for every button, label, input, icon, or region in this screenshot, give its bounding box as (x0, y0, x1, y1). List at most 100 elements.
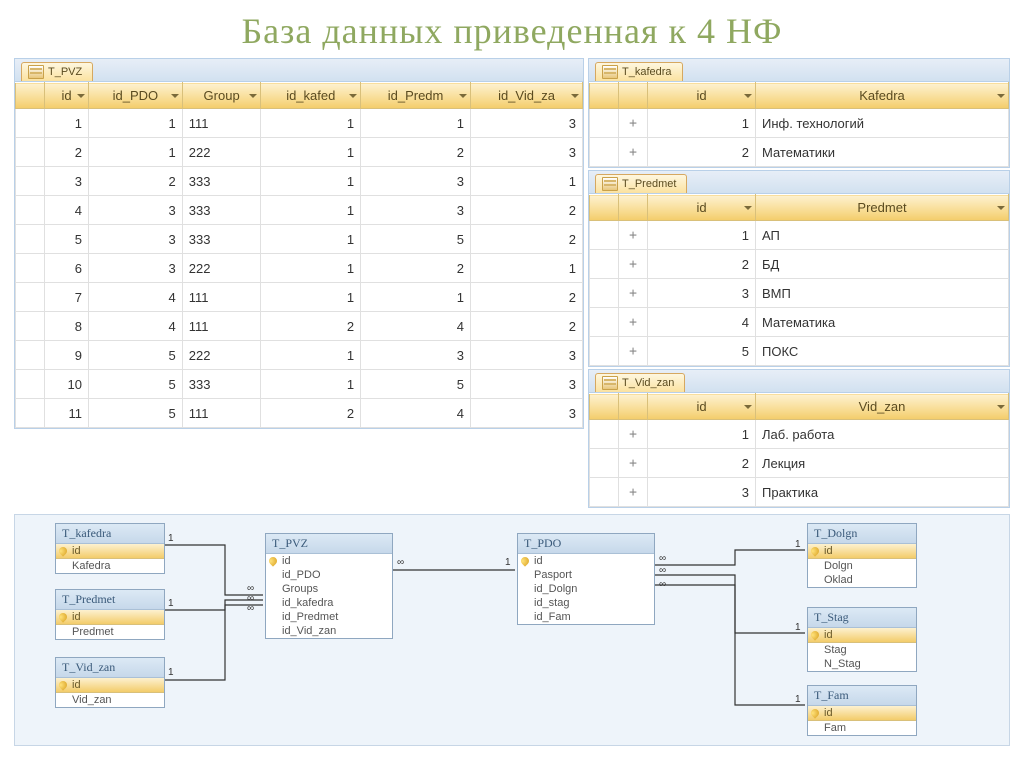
cell[interactable]: 11 (45, 399, 89, 428)
column-header[interactable]: id (648, 394, 756, 420)
cell[interactable]: ПОКС (756, 337, 1009, 366)
table-row[interactable]: 74111112 (16, 283, 583, 312)
chevron-down-icon[interactable] (249, 94, 257, 98)
chevron-down-icon[interactable] (997, 94, 1005, 98)
row-selector-header[interactable] (16, 83, 45, 109)
tab-predmet[interactable]: T_Predmet (595, 174, 687, 193)
cell[interactable]: 111 (182, 399, 261, 428)
chevron-down-icon[interactable] (77, 94, 85, 98)
table-row[interactable]: 32333131 (16, 167, 583, 196)
cell[interactable]: 10 (45, 370, 89, 399)
cell[interactable]: 222 (182, 138, 261, 167)
cell[interactable]: 3 (648, 478, 756, 507)
table-row[interactable]: +1Инф. технологий (590, 109, 1009, 138)
row-selector[interactable] (16, 254, 45, 283)
table-row[interactable]: +3Практика (590, 478, 1009, 507)
table-row[interactable]: +5ПОКС (590, 337, 1009, 366)
column-header[interactable]: Group (182, 83, 261, 109)
cell[interactable]: 1 (261, 283, 361, 312)
table-row[interactable]: 95222133 (16, 341, 583, 370)
table-row[interactable]: 84111242 (16, 312, 583, 341)
table-row[interactable]: 63222121 (16, 254, 583, 283)
cell[interactable]: 222 (182, 341, 261, 370)
expand-header[interactable] (619, 83, 648, 109)
entity-t-pdo[interactable]: T_PDO id Pasport id_Dolgn id_stag id_Fam (517, 533, 655, 625)
cell[interactable]: 5 (89, 341, 183, 370)
entity-t-stag[interactable]: T_Stag id Stag N_Stag (807, 607, 917, 672)
cell[interactable]: 5 (361, 370, 471, 399)
tab-pvz[interactable]: T_PVZ (21, 62, 93, 81)
chevron-down-icon[interactable] (744, 405, 752, 409)
cell[interactable]: 333 (182, 370, 261, 399)
row-selector[interactable] (16, 370, 45, 399)
cell[interactable]: 5 (361, 225, 471, 254)
cell[interactable]: 1 (648, 221, 756, 250)
row-selector[interactable] (590, 308, 619, 337)
row-selector[interactable] (590, 478, 619, 507)
row-selector-header[interactable] (590, 83, 619, 109)
cell[interactable]: 1 (471, 254, 583, 283)
chevron-down-icon[interactable] (744, 94, 752, 98)
row-selector[interactable] (590, 337, 619, 366)
cell[interactable]: 1 (261, 225, 361, 254)
cell[interactable]: 2 (89, 167, 183, 196)
cell[interactable]: 2 (261, 312, 361, 341)
cell[interactable]: 111 (182, 109, 261, 138)
cell[interactable]: 5 (45, 225, 89, 254)
cell[interactable]: 5 (89, 399, 183, 428)
expand-header[interactable] (619, 394, 648, 420)
cell[interactable]: 8 (45, 312, 89, 341)
cell[interactable]: 1 (361, 283, 471, 312)
cell[interactable]: 1 (471, 167, 583, 196)
entity-t-vid-zan[interactable]: T_Vid_zan id Vid_zan (55, 657, 165, 708)
row-selector[interactable] (16, 399, 45, 428)
cell[interactable]: 2 (471, 312, 583, 341)
expand-button[interactable]: + (619, 420, 648, 449)
cell[interactable]: 333 (182, 167, 261, 196)
row-selector[interactable] (590, 221, 619, 250)
cell[interactable]: 2 (648, 250, 756, 279)
column-header[interactable]: id_kafed (261, 83, 361, 109)
chevron-down-icon[interactable] (744, 206, 752, 210)
cell[interactable]: Лаб. работа (756, 420, 1009, 449)
cell[interactable]: 3 (45, 167, 89, 196)
column-header[interactable]: id (45, 83, 89, 109)
cell[interactable]: 333 (182, 225, 261, 254)
entity-t-fam[interactable]: T_Fam id Fam (807, 685, 917, 736)
cell[interactable]: 1 (89, 109, 183, 138)
table-row[interactable]: +3ВМП (590, 279, 1009, 308)
cell[interactable]: 6 (45, 254, 89, 283)
table-row[interactable]: 11111113 (16, 109, 583, 138)
cell[interactable]: 3 (89, 254, 183, 283)
cell[interactable]: 1 (261, 196, 361, 225)
cell[interactable]: 1 (261, 341, 361, 370)
cell[interactable]: 3 (89, 196, 183, 225)
row-selector[interactable] (16, 283, 45, 312)
cell[interactable]: 2 (361, 138, 471, 167)
cell[interactable]: 2 (361, 254, 471, 283)
cell[interactable]: 3 (361, 341, 471, 370)
cell[interactable]: 3 (471, 341, 583, 370)
chevron-down-icon[interactable] (997, 206, 1005, 210)
cell[interactable]: Практика (756, 478, 1009, 507)
table-row[interactable]: +2БД (590, 250, 1009, 279)
row-selector[interactable] (590, 250, 619, 279)
expand-button[interactable]: + (619, 478, 648, 507)
cell[interactable]: 2 (45, 138, 89, 167)
row-selector[interactable] (590, 420, 619, 449)
cell[interactable]: 7 (45, 283, 89, 312)
cell[interactable]: 1 (261, 109, 361, 138)
table-row[interactable]: 105333153 (16, 370, 583, 399)
cell[interactable]: 1 (648, 420, 756, 449)
cell[interactable]: 1 (45, 109, 89, 138)
column-header[interactable]: Vid_zan (756, 394, 1009, 420)
expand-button[interactable]: + (619, 138, 648, 167)
row-selector[interactable] (16, 109, 45, 138)
row-selector[interactable] (590, 138, 619, 167)
cell[interactable]: 3 (471, 370, 583, 399)
table-row[interactable]: +4Математика (590, 308, 1009, 337)
cell[interactable]: 5 (89, 370, 183, 399)
tab-kafedra[interactable]: T_kafedra (595, 62, 683, 81)
cell[interactable]: 2 (471, 196, 583, 225)
cell[interactable]: 2 (648, 138, 756, 167)
